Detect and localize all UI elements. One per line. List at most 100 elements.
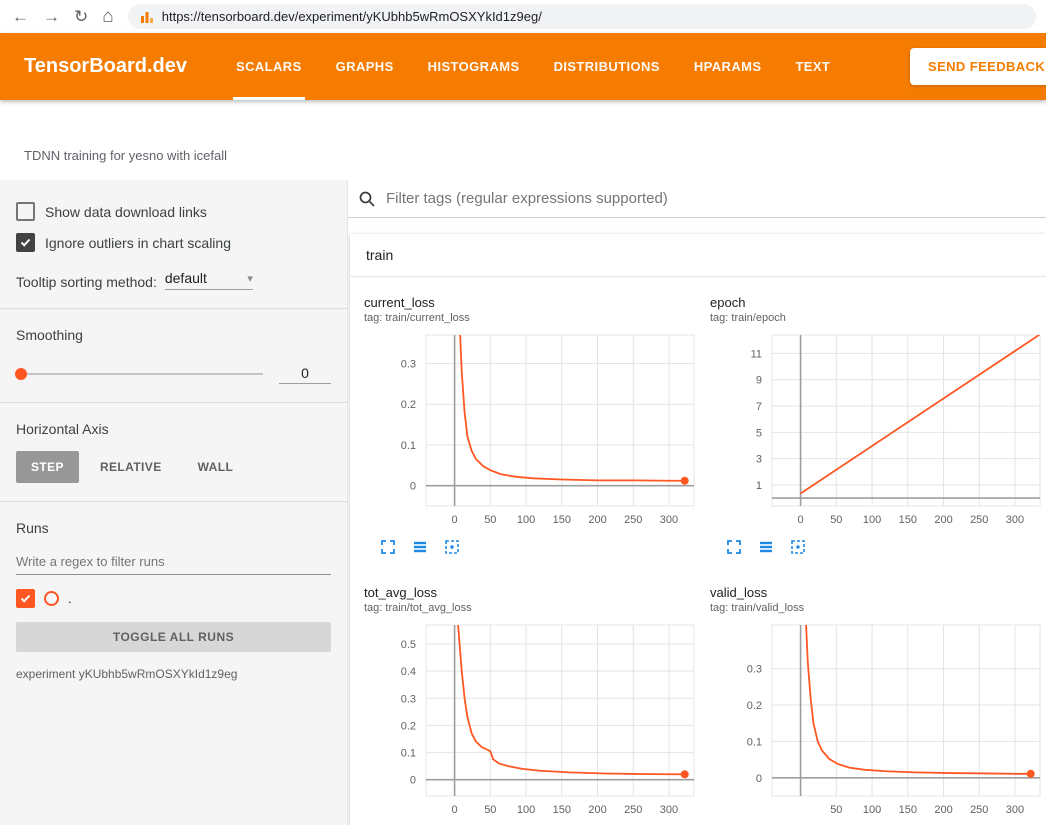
svg-text:200: 200 (588, 804, 606, 816)
app-header: TensorBoard.dev SCALARS GRAPHS HISTOGRAM… (0, 33, 1046, 100)
svg-text:100: 100 (863, 514, 881, 526)
svg-text:0: 0 (452, 804, 458, 816)
checkbox-unchecked-icon[interactable] (16, 202, 35, 221)
experiment-note: experiment yKUbhb5wRmOSXYkId1z9eg (16, 667, 331, 681)
svg-text:50: 50 (484, 804, 496, 816)
smoothing-slider-thumb[interactable] (15, 368, 27, 380)
chart-tag: tag: train/epoch (710, 312, 1046, 324)
svg-text:50: 50 (830, 514, 842, 526)
ignore-outliers-label: Ignore outliers in chart scaling (45, 235, 231, 251)
settings-sidebar: Show data download links Ignore outliers… (0, 180, 348, 825)
svg-text:0.1: 0.1 (401, 440, 416, 452)
chart-card-valid-loss: valid_loss tag: train/valid_loss 5010015… (708, 575, 1046, 825)
line-chart: 05010015020025030000.10.20.30.40.5 (362, 620, 702, 823)
svg-text:100: 100 (863, 804, 881, 816)
svg-text:0.2: 0.2 (747, 700, 762, 712)
send-feedback-button[interactable]: SEND FEEDBACK (910, 48, 1046, 85)
tab-histograms[interactable]: HISTOGRAMS (425, 33, 523, 100)
line-chart: 0501001502002503001357911 (708, 330, 1046, 533)
fit-domain-icon[interactable] (444, 539, 462, 557)
svg-text:0: 0 (798, 514, 804, 526)
svg-text:50: 50 (830, 804, 842, 816)
svg-text:300: 300 (660, 514, 678, 526)
expand-chart-icon[interactable] (726, 539, 744, 557)
chart-title: tot_avg_loss (364, 585, 702, 600)
svg-text:150: 150 (553, 804, 571, 816)
back-icon[interactable]: ← (12, 8, 29, 25)
chart-card-current-loss: current_loss tag: train/current_loss 050… (362, 285, 702, 557)
svg-text:0: 0 (452, 514, 458, 526)
reload-icon[interactable]: ↻ (74, 8, 88, 25)
divider (0, 501, 347, 502)
line-chart: 05010015020025030000.10.20.3 (362, 330, 702, 533)
axis-wall-button[interactable]: WALL (183, 451, 249, 483)
checkbox-checked-icon[interactable] (16, 233, 35, 252)
svg-text:50: 50 (484, 514, 496, 526)
run-row[interactable]: . (16, 589, 331, 608)
search-icon (358, 190, 376, 208)
svg-text:300: 300 (1006, 804, 1024, 816)
address-bar[interactable]: https://tensorboard.dev/experiment/yKUbh… (128, 4, 1036, 29)
svg-text:250: 250 (970, 804, 988, 816)
chart-title: valid_loss (710, 585, 1046, 600)
tab-hparams[interactable]: HPARAMS (691, 33, 765, 100)
svg-text:0.1: 0.1 (401, 748, 416, 760)
tooltip-sorting-row: Tooltip sorting method: default ▾ (16, 270, 331, 290)
train-section-card: train current_loss tag: train/current_lo… (350, 234, 1046, 825)
toggle-all-runs-button[interactable]: TOGGLE ALL RUNS (16, 622, 331, 652)
svg-text:250: 250 (970, 514, 988, 526)
chart-actions (708, 539, 1046, 557)
smoothing-slider[interactable] (16, 373, 263, 375)
svg-text:200: 200 (588, 514, 606, 526)
svg-text:0: 0 (410, 481, 416, 493)
run-checkbox-checked-icon[interactable] (16, 589, 35, 608)
ignore-outliers-checkbox-row[interactable]: Ignore outliers in chart scaling (16, 233, 331, 252)
svg-text:100: 100 (517, 514, 535, 526)
smoothing-label: Smoothing (16, 327, 331, 343)
svg-text:0.2: 0.2 (401, 720, 416, 732)
show-download-links-label: Show data download links (45, 204, 207, 220)
tooltip-sorting-label: Tooltip sorting method: (16, 274, 157, 290)
axis-step-button[interactable]: STEP (16, 451, 79, 483)
tab-text[interactable]: TEXT (792, 33, 833, 100)
browser-toolbar: ← → ↻ ⌂ https://tensorboard.dev/experime… (0, 0, 1046, 33)
chart-tag: tag: train/valid_loss (710, 602, 1046, 614)
svg-text:0.3: 0.3 (401, 693, 416, 705)
forward-icon[interactable]: → (43, 8, 60, 25)
svg-text:200: 200 (934, 804, 952, 816)
show-download-links-checkbox-row[interactable]: Show data download links (16, 202, 331, 221)
smoothing-value-input[interactable] (279, 363, 331, 384)
svg-text:5: 5 (756, 427, 762, 439)
svg-text:0: 0 (410, 775, 416, 787)
filter-tags-row (348, 180, 1046, 218)
axis-relative-button[interactable]: RELATIVE (85, 451, 177, 483)
chevron-down-icon: ▾ (247, 272, 253, 285)
svg-text:250: 250 (624, 514, 642, 526)
app-brand: TensorBoard.dev (24, 55, 187, 78)
experiment-title: TDNN training for yesno with icefall (0, 100, 1046, 163)
svg-text:9: 9 (756, 375, 762, 387)
tab-scalars[interactable]: SCALARS (233, 33, 305, 100)
tab-distributions[interactable]: DISTRIBUTIONS (551, 33, 663, 100)
svg-text:300: 300 (660, 804, 678, 816)
chart-title: epoch (710, 295, 1046, 310)
fit-domain-icon[interactable] (790, 539, 808, 557)
data-table-icon[interactable] (412, 539, 430, 557)
data-table-icon[interactable] (758, 539, 776, 557)
chart-card-epoch: epoch tag: train/epoch 05010015020025030… (708, 285, 1046, 557)
tooltip-sorting-dropdown[interactable]: default ▾ (165, 270, 253, 290)
runs-filter-input[interactable] (16, 548, 331, 575)
subheader: TDNN training for yesno with icefall (0, 100, 1046, 180)
run-name: . (68, 591, 72, 606)
home-icon[interactable]: ⌂ (102, 7, 113, 26)
chart-title: current_loss (364, 295, 702, 310)
filter-tags-input[interactable] (384, 189, 1038, 208)
main-nav: SCALARS GRAPHS HISTOGRAMS DISTRIBUTIONS … (233, 33, 833, 100)
train-section-header[interactable]: train (350, 234, 1046, 277)
chart-card-tot-avg-loss: tot_avg_loss tag: train/tot_avg_loss 050… (362, 575, 702, 825)
tab-graphs[interactable]: GRAPHS (333, 33, 397, 100)
expand-chart-icon[interactable] (380, 539, 398, 557)
main-content: train current_loss tag: train/current_lo… (348, 180, 1046, 825)
divider (0, 308, 347, 309)
runs-label: Runs (16, 520, 331, 536)
